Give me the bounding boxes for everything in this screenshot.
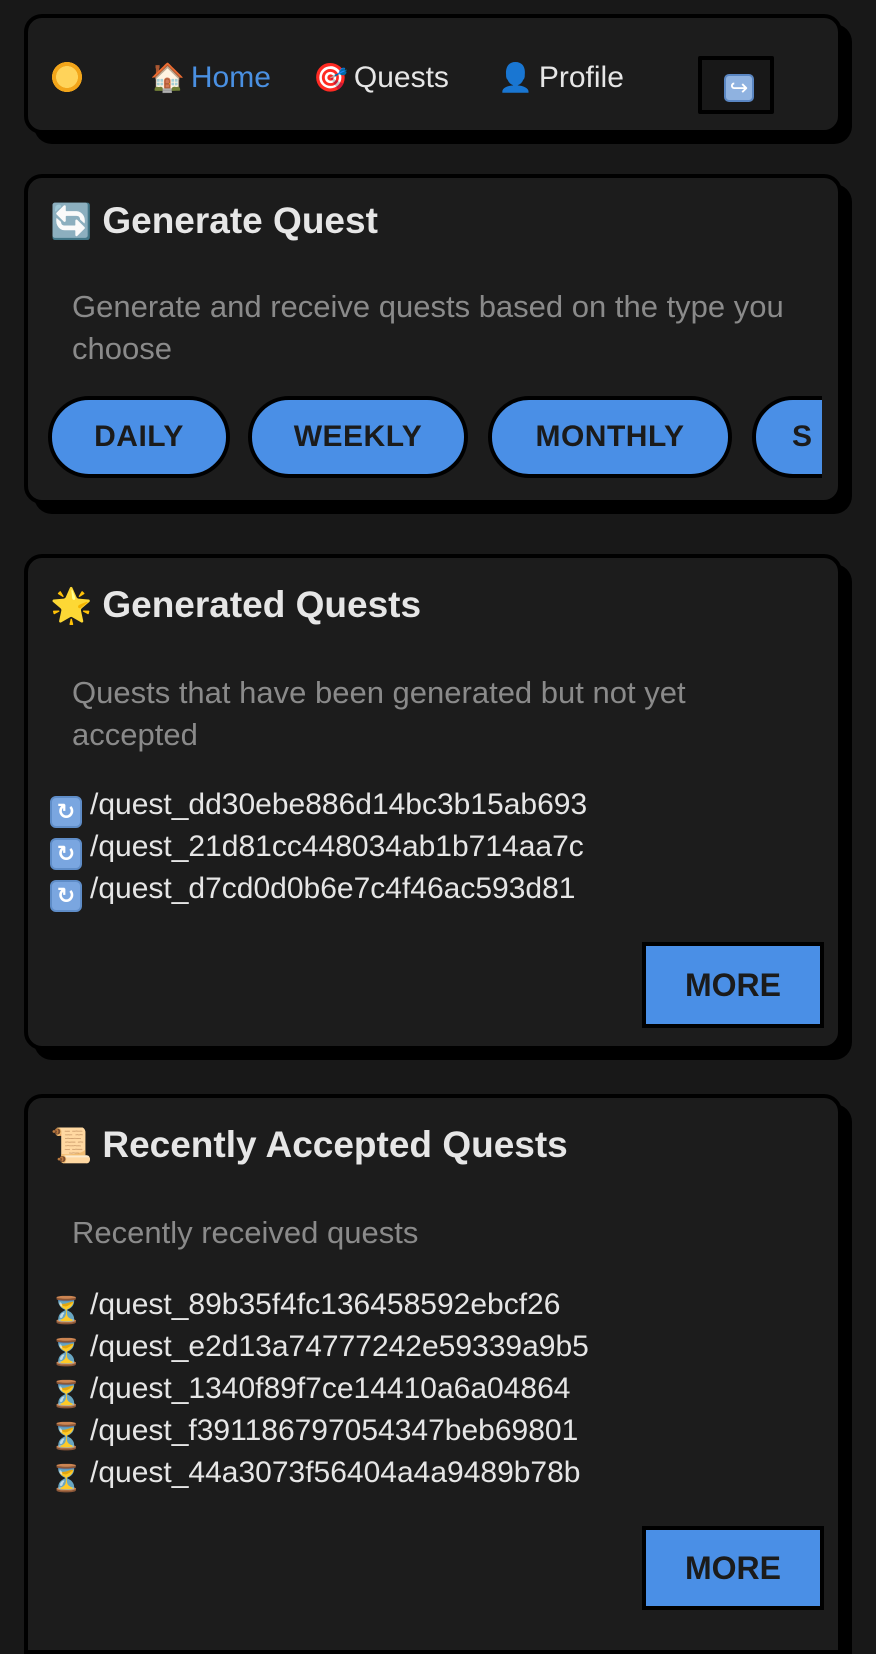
monthly-button[interactable]: MONTHLY	[488, 396, 732, 478]
accepted-quests-title-text: Recently Accepted Quests	[102, 1124, 568, 1165]
hourglass-icon: ⏳	[50, 1421, 83, 1451]
quest-link[interactable]: /quest_f391186797054347beb69801	[90, 1414, 578, 1447]
generated-more-button[interactable]: MORE	[642, 942, 824, 1028]
accepted-quests-description: Recently received quests	[72, 1215, 419, 1250]
nav-home-link[interactable]: 🏠 Home	[150, 60, 271, 96]
quest-link[interactable]: /quest_89b35f4fc136458592ebcf26	[90, 1288, 560, 1321]
list-item[interactable]: ↻/quest_d7cd0d0b6e7c4f46ac593d81	[50, 868, 587, 912]
return-arrow-icon: ↪	[724, 74, 754, 102]
list-item[interactable]: ⏳/quest_44a3073f56404a4a9489b78b	[50, 1452, 589, 1494]
logout-button[interactable]: ↪	[698, 56, 774, 114]
quest-type-buttons: DAILY WEEKLY MONTHLY S	[48, 396, 822, 478]
user-icon: 👤	[498, 62, 533, 93]
list-item[interactable]: ⏳/quest_1340f89f7ce14410a6a04864	[50, 1368, 589, 1410]
accepted-more-button[interactable]: MORE	[642, 1526, 824, 1610]
refresh-icon: 🔄	[50, 203, 93, 241]
accepted-quests-card: 📜 Recently Accepted Quests Recently recei…	[24, 1094, 842, 1654]
nav-profile-link[interactable]: 👤 Profile	[498, 60, 624, 96]
quest-link[interactable]: /quest_44a3073f56404a4a9489b78b	[90, 1456, 581, 1489]
generated-quests-description: Quests that have been generated but not …	[72, 675, 686, 752]
quest-link[interactable]: /quest_1340f89f7ce14410a6a04864	[90, 1372, 570, 1405]
generated-quests-title-text: Generated Quests	[102, 584, 422, 625]
hourglass-icon: ⏳	[50, 1463, 83, 1493]
generate-quest-title-text: Generate Quest	[102, 200, 378, 241]
list-item[interactable]: ⏳/quest_e2d13a74777242e59339a9b5	[50, 1326, 589, 1368]
quest-link[interactable]: /quest_21d81cc448034ab1b714aa7c	[90, 830, 584, 863]
target-icon: 🎯	[313, 62, 348, 93]
sun-icon[interactable]	[48, 58, 86, 96]
top-navigation: 🏠 Home 🎯 Quests 👤 Profile ↪	[24, 14, 842, 134]
hourglass-icon: ⏳	[50, 1295, 83, 1325]
accepted-quests-title: 📜 Recently Accepted Quests	[50, 1124, 568, 1166]
refresh-icon: ↻	[50, 880, 82, 912]
house-icon: 🏠	[150, 62, 185, 93]
weekly-button[interactable]: WEEKLY	[248, 396, 468, 478]
scroll-icon: 📜	[50, 1127, 93, 1165]
special-button[interactable]: S	[752, 396, 822, 478]
nav-quests-link[interactable]: 🎯 Quests	[313, 60, 449, 96]
generate-quest-description: Generate and receive quests based on the…	[72, 289, 784, 366]
generate-quest-card: 🔄 Generate Quest Generate and receive que…	[24, 174, 842, 504]
daily-button[interactable]: DAILY	[48, 396, 230, 478]
list-item[interactable]: ↻/quest_21d81cc448034ab1b714aa7c	[50, 826, 587, 870]
hourglass-icon: ⏳	[50, 1337, 83, 1367]
generate-quest-title: 🔄 Generate Quest	[50, 200, 378, 242]
nav-home-label: Home	[190, 61, 271, 94]
nav-quests-label: Quests	[353, 61, 449, 94]
list-item[interactable]: ⏳/quest_89b35f4fc136458592ebcf26	[50, 1284, 589, 1326]
generated-quests-card: 🌟 Generated Quests Quests that have been …	[24, 554, 842, 1050]
hourglass-icon: ⏳	[50, 1379, 83, 1409]
refresh-icon: ↻	[50, 838, 82, 870]
star-icon: 🌟	[50, 587, 93, 625]
quest-link[interactable]: /quest_dd30ebe886d14bc3b15ab693	[90, 788, 587, 821]
nav-profile-label: Profile	[538, 61, 624, 94]
quest-link[interactable]: /quest_d7cd0d0b6e7c4f46ac593d81	[90, 872, 575, 905]
generated-quests-list: ↻/quest_dd30ebe886d14bc3b15ab693 ↻/quest…	[50, 784, 587, 912]
list-item[interactable]: ↻/quest_dd30ebe886d14bc3b15ab693	[50, 784, 587, 828]
list-item[interactable]: ⏳/quest_f391186797054347beb69801	[50, 1410, 589, 1452]
accepted-quests-list: ⏳/quest_89b35f4fc136458592ebcf26 ⏳/quest…	[50, 1284, 589, 1494]
refresh-icon: ↻	[50, 796, 82, 828]
generated-quests-title: 🌟 Generated Quests	[50, 584, 421, 626]
quest-link[interactable]: /quest_e2d13a74777242e59339a9b5	[90, 1330, 589, 1363]
